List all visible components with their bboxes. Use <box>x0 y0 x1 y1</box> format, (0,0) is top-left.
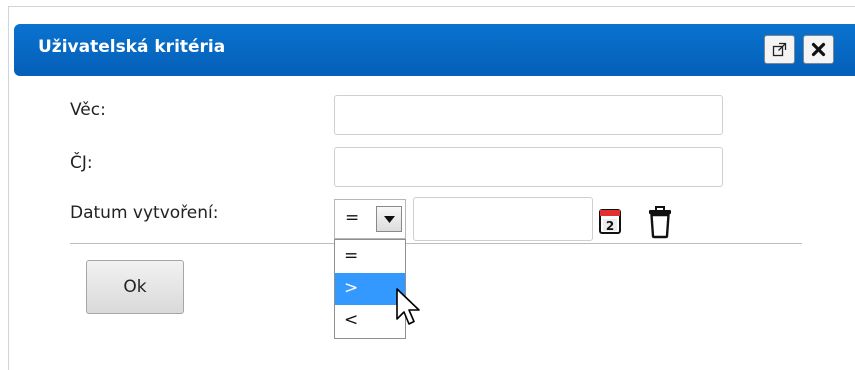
popout-button[interactable] <box>764 35 795 64</box>
page-border-top <box>8 6 855 7</box>
option-equal[interactable]: = <box>335 241 405 273</box>
dialog-title: Uživatelská kritéria <box>38 37 226 57</box>
operator-select-value: = <box>345 208 360 228</box>
cj-label: ČJ: <box>70 153 93 173</box>
dropdown-arrow-button[interactable] <box>376 206 402 232</box>
chevron-down-icon <box>383 215 395 223</box>
trash-icon[interactable] <box>646 205 674 239</box>
ok-button[interactable]: Ok <box>86 260 184 314</box>
popout-icon <box>772 42 787 57</box>
close-button[interactable] <box>803 35 834 64</box>
calendar-day-number: 2 <box>606 219 614 233</box>
cj-input[interactable] <box>334 147 723 187</box>
form-separator <box>70 243 802 244</box>
page-border-left <box>8 6 9 370</box>
close-icon <box>811 42 826 57</box>
operator-select[interactable]: = <box>334 199 406 239</box>
datum-label: Datum vytvoření: <box>70 203 219 223</box>
date-input[interactable] <box>413 197 593 241</box>
vec-input[interactable] <box>334 95 723 135</box>
calendar-icon[interactable]: 2 <box>598 207 622 235</box>
hand-cursor-icon <box>396 288 420 325</box>
vec-label: Věc: <box>70 100 106 120</box>
